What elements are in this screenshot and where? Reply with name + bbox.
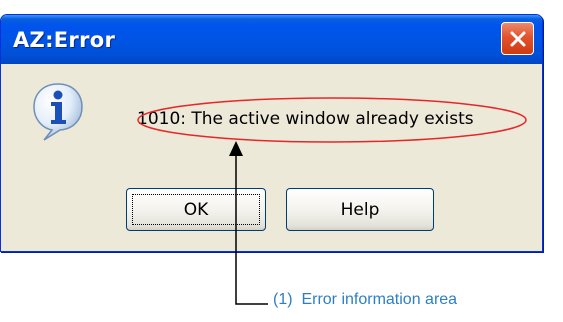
- screenshot-stage: AZ:Error 1010: The active window already…: [0, 0, 563, 322]
- close-icon: [510, 31, 525, 46]
- ok-button-label: OK: [183, 199, 209, 220]
- title-bar[interactable]: AZ:Error: [1, 15, 542, 64]
- annotation-label: (1) Error information area: [273, 291, 458, 308]
- error-message: 1010: The active window already exists: [137, 109, 474, 129]
- window-title: AZ:Error: [13, 28, 116, 52]
- close-button[interactable]: [501, 22, 534, 55]
- help-button[interactable]: Help: [286, 188, 434, 231]
- information-icon: [33, 83, 83, 141]
- help-button-label: Help: [340, 199, 380, 220]
- error-dialog: AZ:Error 1010: The active window already…: [0, 14, 543, 252]
- dialog-body: 1010: The active window already exists O…: [4, 64, 539, 248]
- ok-button[interactable]: OK: [126, 188, 266, 231]
